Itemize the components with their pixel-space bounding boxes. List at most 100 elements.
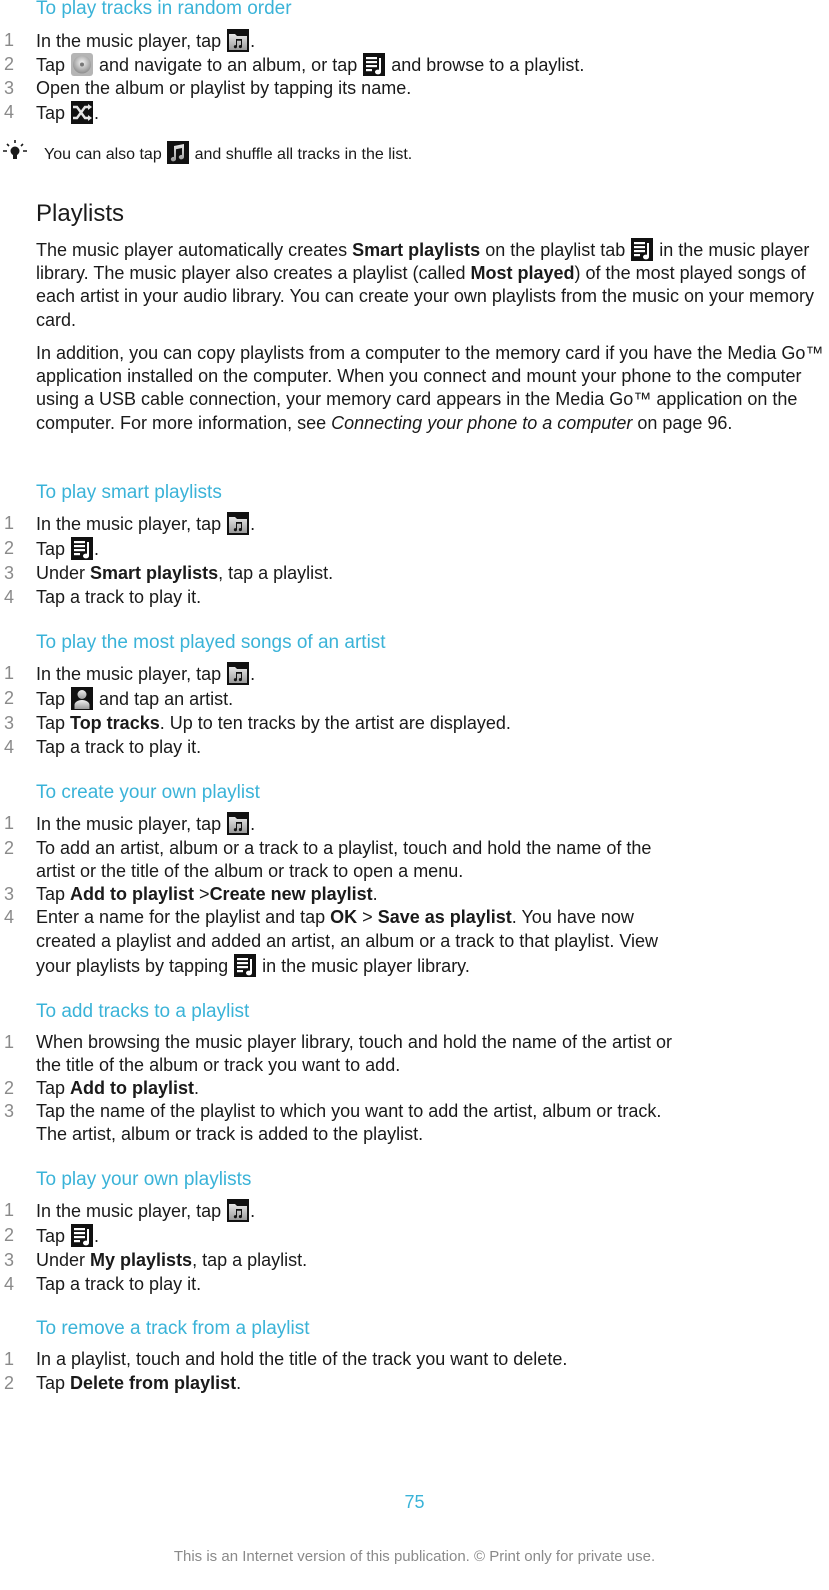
music-folder-icon xyxy=(227,662,249,685)
step-number: 1 xyxy=(4,513,15,533)
bold-term: Most played xyxy=(470,263,575,284)
step-text: . xyxy=(250,514,256,534)
step-number: 3 xyxy=(4,563,15,583)
music-folder-icon xyxy=(227,29,249,52)
music-folder-icon xyxy=(227,512,249,535)
step-text: > xyxy=(357,907,378,927)
bold-term: Add to playlist xyxy=(70,884,195,904)
step-text: In the music player, tap xyxy=(36,31,227,51)
bold-term: Save as playlist xyxy=(377,907,512,927)
step-number: 3 xyxy=(4,1101,15,1121)
step-text: Tap xyxy=(36,884,71,904)
step-number: 3 xyxy=(4,713,15,733)
playlist-icon xyxy=(363,53,385,76)
bold-term: Add to playlist xyxy=(70,1078,195,1098)
step-text: your playlists by tapping xyxy=(36,956,234,976)
step-number: 4 xyxy=(4,587,15,607)
step-text: Enter a name for the playlist and tap xyxy=(36,907,331,927)
bold-term: Create new playlist xyxy=(209,884,373,904)
page-number: 75 xyxy=(404,1492,425,1512)
step-text: Tap xyxy=(36,1226,71,1246)
cross-reference-link[interactable]: Connecting your phone to a computer xyxy=(331,413,632,433)
section-heading-random-order: To play tracks in random order xyxy=(36,0,292,19)
step-number: 2 xyxy=(4,1078,15,1098)
bold-term: My playlists xyxy=(90,1250,193,1270)
step-text: and browse to a playlist. xyxy=(386,55,585,75)
footer-note: This is an Internet version of this publ… xyxy=(173,1548,656,1565)
step-text: the title of the album or track you want… xyxy=(36,1055,401,1075)
step-text: created a playlist and added an artist, … xyxy=(36,931,659,951)
section-heading-most-played: To play the most played songs of an arti… xyxy=(36,632,386,653)
album-disc-icon xyxy=(71,53,93,76)
step-text: , tap a playlist. xyxy=(192,1250,308,1270)
step-text: Under xyxy=(36,563,91,583)
step-text: . Up to ten tracks by the artist are dis… xyxy=(159,713,511,733)
step-number: 3 xyxy=(4,78,15,98)
section-heading-own-playlists: To play your own playlists xyxy=(36,1169,252,1190)
playlist-icon xyxy=(71,537,93,560)
step-number: 4 xyxy=(4,907,15,927)
step-text: . xyxy=(236,1373,242,1393)
lightbulb-tip-icon xyxy=(2,139,28,163)
step-number: 2 xyxy=(4,1225,15,1245)
step-text: . xyxy=(250,814,256,834)
step-text: in the music player library. xyxy=(257,956,470,976)
step-text: Tap xyxy=(36,713,71,733)
step-text: In the music player, tap xyxy=(36,664,227,684)
artist-icon xyxy=(71,687,93,710)
step-text: When browsing the music player library, … xyxy=(36,1032,672,1052)
step-number: 3 xyxy=(4,884,15,904)
bold-term: OK xyxy=(330,907,358,927)
section-heading-remove-track: To remove a track from a playlist xyxy=(36,1318,310,1339)
step-text: Tap xyxy=(36,689,71,709)
step-text: The artist, album or track is added to t… xyxy=(36,1124,424,1144)
shuffle-icon xyxy=(71,101,93,124)
step-number: 4 xyxy=(4,737,15,757)
paragraph-media-go: In addition, you can copy playlists from… xyxy=(36,342,826,435)
step-text: artist or the title of the album or trac… xyxy=(36,861,464,881)
step-text: Tap xyxy=(36,1078,71,1098)
step-number: 1 xyxy=(4,1200,15,1220)
playlist-icon xyxy=(234,954,256,977)
step-text: Tap the name of the playlist to which yo… xyxy=(36,1101,662,1121)
step-text: . xyxy=(372,884,378,904)
playlist-icon xyxy=(71,1224,93,1247)
music-folder-icon xyxy=(227,812,249,835)
step-text: Tap a track to play it. xyxy=(36,587,202,607)
step-text: Tap xyxy=(36,539,71,559)
step-text: To add an artist, album or a track to a … xyxy=(36,838,652,858)
step-number: 4 xyxy=(4,102,15,122)
step-text: Tap xyxy=(36,1373,71,1393)
step-text: and navigate to an album, or tap xyxy=(94,55,363,75)
step-text: > xyxy=(194,884,210,904)
paragraph-smart-playlists: The music player automatically creates S… xyxy=(36,238,826,332)
step-text: . xyxy=(250,1201,256,1221)
step-number: 2 xyxy=(4,538,15,558)
step-number: 1 xyxy=(4,30,15,50)
music-note-icon xyxy=(167,141,189,164)
step-text: In the music player, tap xyxy=(36,1201,227,1221)
step-number: 1 xyxy=(4,1349,15,1369)
section-heading-smart-playlists: To play smart playlists xyxy=(36,482,222,503)
step-text: In a playlist, touch and hold the title … xyxy=(36,1349,568,1369)
step-number: 2 xyxy=(4,838,15,858)
step-number: 1 xyxy=(4,813,15,833)
step-number: 4 xyxy=(4,1274,15,1294)
bold-term: Smart playlists xyxy=(90,563,219,583)
tip-text: and shuffle all tracks in the list. xyxy=(190,146,413,163)
step-text: . xyxy=(250,31,256,51)
bold-term: Smart playlists xyxy=(352,240,481,260)
step-text: . xyxy=(94,1226,100,1246)
step-number: 2 xyxy=(4,688,15,708)
tip-text: You can also tap xyxy=(44,146,167,163)
step-number: 2 xyxy=(4,54,15,74)
step-text: In the music player, tap xyxy=(36,514,227,534)
bold-term: Top tracks xyxy=(70,713,160,733)
section-heading-create-playlist: To create your own playlist xyxy=(36,782,260,803)
step-text: . xyxy=(94,103,100,123)
bold-term: Delete from playlist xyxy=(70,1373,237,1393)
step-text: Tap xyxy=(36,55,71,75)
step-number: 1 xyxy=(4,663,15,683)
para-text: on the playlist tab xyxy=(480,240,631,260)
step-text: . xyxy=(194,1078,200,1098)
